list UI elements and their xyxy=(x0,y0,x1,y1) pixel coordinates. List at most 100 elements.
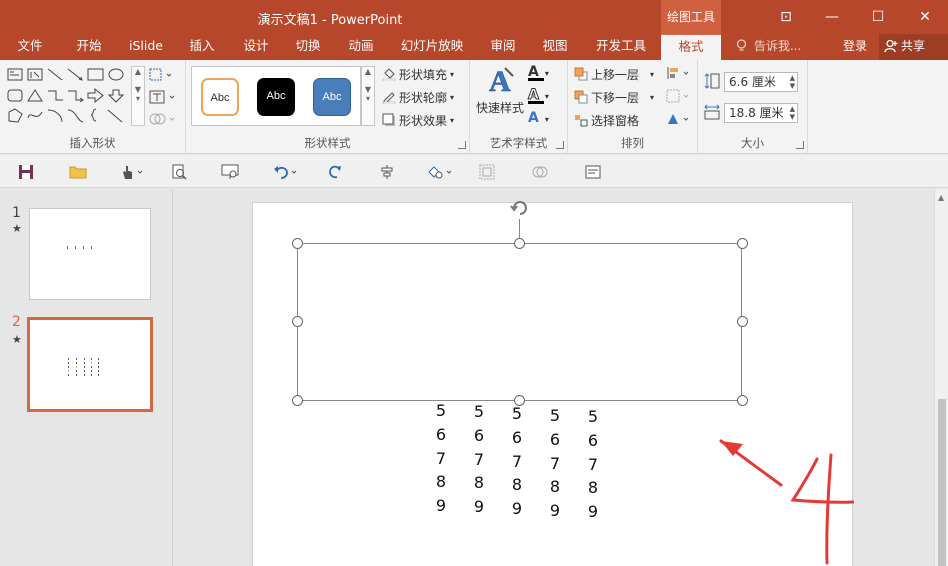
number-column-1[interactable]: 5 6 7 8 9 xyxy=(434,399,448,518)
touch-mouse-mode-button[interactable] xyxy=(118,163,148,181)
lightbulb-icon xyxy=(736,39,747,51)
resize-handle-bottom-left[interactable] xyxy=(292,395,303,406)
tab-review[interactable]: 审阅 xyxy=(481,34,525,60)
start-slideshow-button[interactable] xyxy=(221,163,239,181)
width-icon xyxy=(704,104,720,120)
size-launcher[interactable] xyxy=(796,141,804,149)
text-fill-icon: A xyxy=(528,64,539,80)
maximize-button[interactable]: ☐ xyxy=(855,0,901,34)
align-center-qat-button[interactable] xyxy=(378,163,396,181)
minimize-button[interactable]: — xyxy=(809,0,855,34)
width-spinner[interactable]: ▲ ▼ xyxy=(790,105,795,121)
send-backward-button[interactable]: 下移一层 ▾ xyxy=(574,87,654,107)
rotate-handle-icon[interactable] xyxy=(509,197,531,219)
shape-width-input[interactable]: 18.8 厘米 ▲ ▼ xyxy=(724,103,798,123)
tab-design[interactable]: 设计 xyxy=(234,34,278,60)
close-icon: ✕ xyxy=(919,9,931,25)
slide-2-preview xyxy=(68,358,99,376)
tab-home[interactable]: 开始 xyxy=(64,34,114,60)
slide-thumbnail-2[interactable] xyxy=(27,317,153,412)
bring-forward-button[interactable]: 上移一层 ▾ xyxy=(574,64,654,84)
number-text: 5 xyxy=(511,404,523,423)
tab-insert[interactable]: 插入 xyxy=(180,34,224,60)
tab-slideshow[interactable]: 幻灯片放映 xyxy=(393,34,471,60)
tab-transitions[interactable]: 切换 xyxy=(286,34,330,60)
edit-shape-button[interactable] xyxy=(149,68,173,85)
shape-styles-scroll[interactable]: ▲ ▼ ▾ xyxy=(361,66,375,126)
align-button[interactable] xyxy=(666,66,692,83)
resize-handle-top-left[interactable] xyxy=(292,238,303,249)
insert-shapes-group-label: 插入形状 xyxy=(69,136,116,150)
resize-handle-right[interactable] xyxy=(737,316,748,327)
tab-file[interactable]: 文件 xyxy=(6,34,54,60)
text-outline-button[interactable]: A ▾ xyxy=(528,87,549,104)
number-column-2[interactable]: 5 6 7 8 9 xyxy=(472,400,486,519)
print-preview-button[interactable] xyxy=(170,163,188,181)
insert-picture-qat-button[interactable] xyxy=(584,163,602,181)
resize-handle-bottom-right[interactable] xyxy=(737,395,748,406)
folder-icon xyxy=(69,166,87,179)
tell-me-search[interactable]: 告诉我... xyxy=(736,34,801,60)
number-column-5[interactable]: 5 6 7 8 9 xyxy=(586,405,600,524)
number-column-4[interactable]: 5 6 7 8 9 xyxy=(548,404,562,523)
shape-width-value: 18.8 厘米 xyxy=(729,106,784,120)
shape-styles-gallery[interactable]: Abc Abc Abc xyxy=(191,66,361,126)
shapes-qat-button[interactable] xyxy=(424,163,456,181)
bring-forward-label: 上移一层 xyxy=(591,67,640,82)
share-label: 共享 xyxy=(901,39,926,53)
tab-developer[interactable]: 开发工具 xyxy=(587,34,655,60)
shape-height-input[interactable]: 6.6 厘米 ▲ ▼ xyxy=(724,72,798,92)
resize-handle-top[interactable] xyxy=(514,238,525,249)
shape-effects-label: 形状效果 xyxy=(399,113,448,128)
open-button[interactable] xyxy=(69,163,87,181)
tab-format[interactable]: 格式 xyxy=(661,34,721,60)
slide-thumbnail-1[interactable] xyxy=(29,208,151,300)
resize-handle-top-right[interactable] xyxy=(737,238,748,249)
shape-fill-label: 形状填充 xyxy=(399,67,448,82)
undo-button[interactable] xyxy=(271,163,301,181)
number-text: 6 xyxy=(549,429,561,449)
scroll-up-arrow-icon[interactable]: ▲ xyxy=(938,193,944,202)
tab-islide[interactable]: iSlide xyxy=(122,34,170,60)
text-fill-button[interactable]: A ▾ xyxy=(528,64,549,81)
number-text: 8 xyxy=(435,472,447,492)
send-backward-icon xyxy=(574,90,588,104)
tab-animations[interactable]: 动画 xyxy=(339,34,383,60)
resize-handle-left[interactable] xyxy=(292,316,303,327)
rotate-button[interactable] xyxy=(666,112,692,129)
selected-text-box[interactable] xyxy=(297,243,742,401)
number-text: 8 xyxy=(511,475,523,495)
shape-fill-button[interactable]: 形状填充 ▾ xyxy=(382,64,454,84)
shapes-gallery[interactable] xyxy=(6,66,128,126)
number-text: 7 xyxy=(473,449,485,469)
share-button[interactable]: 共享 xyxy=(879,34,948,60)
number-text: 7 xyxy=(587,454,599,474)
scrollbar-thumb[interactable] xyxy=(938,399,946,566)
height-spinner[interactable]: ▲ ▼ xyxy=(790,74,795,90)
style-thumb-blue[interactable]: Abc xyxy=(313,78,351,116)
ribbon-display-options-button[interactable]: ⊡ xyxy=(763,0,809,34)
shape-styles-launcher[interactable] xyxy=(458,141,466,149)
redo-button[interactable] xyxy=(326,163,344,181)
text-effects-button[interactable]: A ▾ xyxy=(528,110,549,126)
shapes-gallery-scroll[interactable]: ▲ ▼ ▾ xyxy=(131,66,145,126)
handwritten-four-annotation xyxy=(790,453,854,565)
bring-forward-icon xyxy=(574,67,588,81)
save-button[interactable] xyxy=(17,163,35,181)
ribbon-display-icon: ⊡ xyxy=(780,9,792,25)
text-box-button[interactable] xyxy=(149,90,177,107)
style-thumb-outline[interactable]: Abc xyxy=(201,78,239,116)
quick-styles-button[interactable]: A 快速样式 xyxy=(476,64,524,118)
style-thumb-dark[interactable]: Abc xyxy=(257,78,295,116)
close-button[interactable]: ✕ xyxy=(902,0,948,34)
number-column-3[interactable]: 5 6 7 8 9 xyxy=(510,402,524,521)
selection-pane-button[interactable]: 选择窗格 xyxy=(574,110,639,130)
tab-view[interactable]: 视图 xyxy=(533,34,577,60)
current-slide[interactable]: 5 6 7 8 9 5 6 7 8 9 5 6 7 8 9 5 6 7 8 9 xyxy=(252,201,854,566)
vertical-scrollbar[interactable]: ▲ xyxy=(934,189,948,566)
wordart-styles-launcher[interactable] xyxy=(556,141,564,149)
sign-in-link[interactable]: 登录 xyxy=(843,34,867,58)
maximize-icon: ☐ xyxy=(871,9,885,25)
shape-effects-button[interactable]: 形状效果 ▾ xyxy=(382,110,454,130)
shape-outline-button[interactable]: 形状轮廓 ▾ xyxy=(382,87,454,107)
